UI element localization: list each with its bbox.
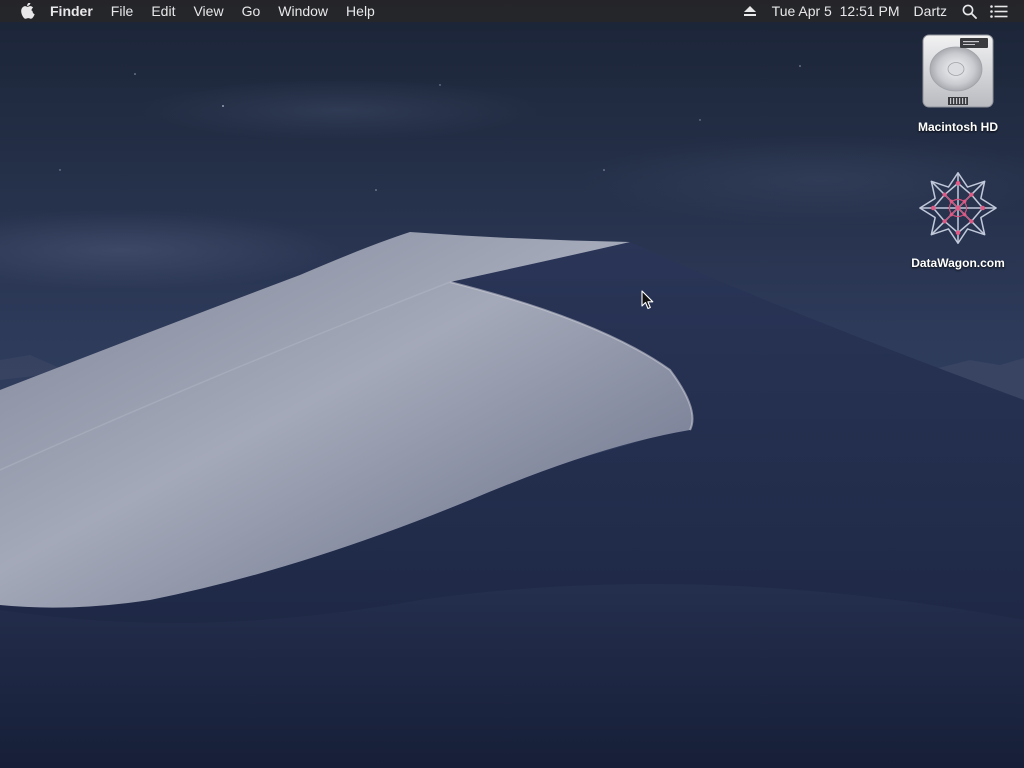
menu-app-finder[interactable]: Finder (48, 0, 102, 22)
network-star-icon (918, 168, 998, 248)
menu-file[interactable]: File (102, 0, 143, 22)
menu-view[interactable]: View (184, 0, 232, 22)
menu-window[interactable]: Window (269, 0, 337, 22)
eject-icon[interactable] (741, 0, 759, 22)
notification-center-icon[interactable] (990, 0, 1008, 22)
spotlight-search-icon[interactable] (960, 0, 978, 22)
desktop-item-label: Macintosh HD (917, 120, 998, 134)
menu-clock[interactable]: Tue Apr 5 12:51 PM (765, 0, 907, 22)
desktop[interactable]: Finder File Edit View Go Window Help Tue… (0, 0, 1024, 768)
desktop-wallpaper (0, 0, 1024, 768)
desktop-item-datawagon[interactable]: DataWagon.com (903, 168, 1013, 270)
apple-logo-icon[interactable] (20, 2, 36, 20)
hard-drive-icon (918, 32, 998, 112)
menu-edit[interactable]: Edit (142, 0, 184, 22)
desktop-item-label: DataWagon.com (911, 256, 1005, 270)
desktop-item-macintosh-hd[interactable]: Macintosh HD (903, 32, 1013, 134)
menu-help[interactable]: Help (337, 0, 384, 22)
menu-go[interactable]: Go (233, 0, 270, 22)
mouse-pointer-icon (641, 290, 654, 310)
menu-user[interactable]: Dartz (907, 0, 954, 22)
menu-bar: Finder File Edit View Go Window Help Tue… (0, 0, 1024, 22)
